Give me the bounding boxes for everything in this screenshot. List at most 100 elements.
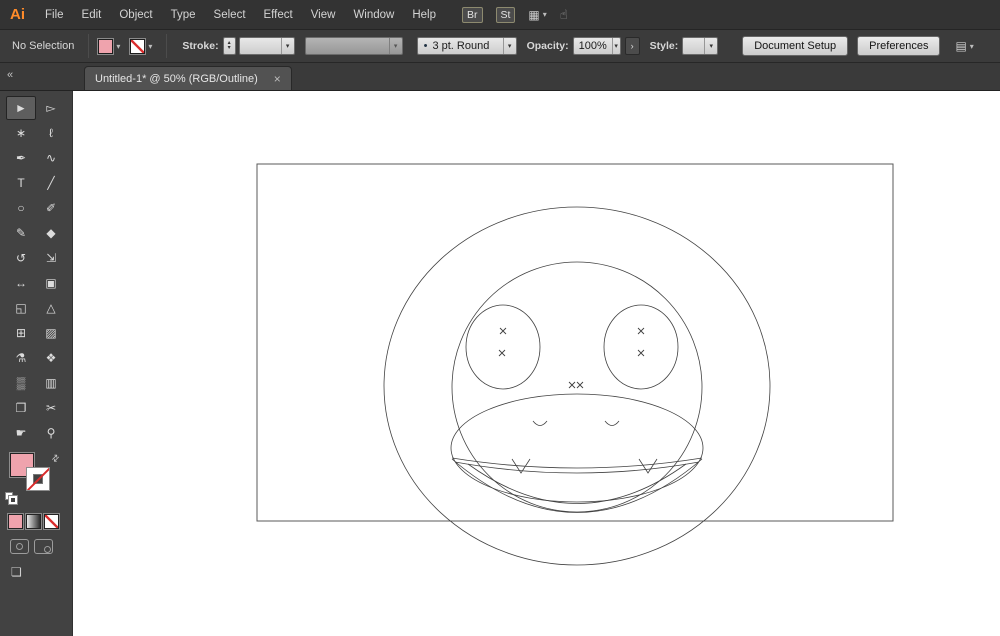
stroke-swatch[interactable] — [26, 467, 50, 491]
selection-tool[interactable]: ► — [6, 96, 36, 120]
stroke-none-swatch[interactable] — [130, 38, 146, 54]
document-setup-button[interactable]: Document Setup — [742, 36, 849, 56]
rotate-tool[interactable]: ↺ — [6, 246, 36, 270]
opacity-label: Opacity: — [526, 40, 569, 52]
opacity-value: 100% — [578, 40, 607, 52]
stock-button[interactable]: St — [495, 6, 516, 23]
tab-title: Untitled-1* @ 50% (RGB/Outline) — [95, 72, 258, 85]
default-stroke-mini — [9, 496, 17, 504]
menu-item-view[interactable]: View — [311, 9, 336, 21]
stroke-label: Stroke: — [182, 40, 219, 52]
gradient-button[interactable] — [26, 514, 41, 529]
menu-item-edit[interactable]: Edit — [82, 9, 102, 21]
chevron-down-icon: ▾ — [388, 38, 402, 54]
stroke-color-control[interactable]: ▾ — [130, 38, 153, 54]
artboard[interactable] — [256, 163, 894, 522]
menu-item-select[interactable]: Select — [214, 9, 246, 21]
free-transform-tool[interactable]: ▣ — [36, 271, 66, 295]
menubar: Ai File Edit Object Type Select Effect View Win… — [0, 0, 1000, 30]
symbol-sprayer-tool[interactable]: ▒ — [6, 371, 36, 395]
default-fill-stroke-icon[interactable] — [5, 492, 18, 505]
chevron-down-icon: ▾ — [969, 41, 974, 51]
menu-item-file[interactable]: File — [45, 9, 64, 21]
artwork-svg[interactable] — [73, 91, 1000, 636]
line-segment-tool[interactable]: ╱ — [36, 171, 66, 195]
hand-tool[interactable]: ☛ — [6, 421, 36, 445]
column-graph-tool[interactable]: ▥ — [36, 371, 66, 395]
canvas-area[interactable] — [73, 91, 1000, 636]
shape-builder-tool[interactable]: ◱ — [6, 296, 36, 320]
tools-grid: ► ▻ ∗ ℓ ✒ ∿ T ╱ ○ ✐ ✎ ◆ ↺ ⇲ ↔ ▣ ◱ △ ⊞ ▨ ⚗ ❖ ▒ ▥ ❐ ✂ ☛ ⚲ — [0, 91, 72, 445]
lasso-tool[interactable]: ℓ — [36, 121, 66, 145]
ellipse-tool[interactable]: ○ — [6, 196, 36, 220]
screen-mode-button[interactable]: ❏ — [11, 565, 22, 579]
opacity-select[interactable]: 100% ▾ — [572, 37, 621, 55]
draw-normal-icon — [16, 543, 23, 550]
control-bar: No Selection ▾ ▾ Stroke: ▴ ▾ ▾ ▾ • 3 pt.… — [0, 30, 1000, 63]
brush-definition-select[interactable]: • 3 pt. Round ▾ — [416, 37, 517, 55]
control-panel-menu[interactable]: ▤ ▾ — [955, 39, 973, 53]
collapse-panels-icon[interactable]: « — [7, 69, 13, 81]
chevron-down-icon: ▾ — [148, 41, 153, 51]
pencil-tool[interactable]: ✎ — [6, 221, 36, 245]
menu-item-window[interactable]: Window — [353, 9, 394, 21]
hand-gesture-icon[interactable]: ☝ — [560, 7, 568, 23]
divider — [88, 34, 90, 58]
menu-item-effect[interactable]: Effect — [264, 9, 293, 21]
swap-fill-stroke-icon[interactable]: ⇄ — [50, 452, 63, 465]
zoom-tool[interactable]: ⚲ — [36, 421, 66, 445]
stroke-weight-select[interactable]: ▾ — [238, 37, 295, 55]
eraser-tool[interactable]: ◆ — [36, 221, 66, 245]
preferences-button[interactable]: Preferences — [857, 36, 941, 56]
fill-color-control[interactable]: ▾ — [98, 38, 120, 54]
none-button[interactable] — [44, 514, 59, 529]
menu-item-type[interactable]: Type — [171, 9, 196, 21]
style-select[interactable]: ▾ — [682, 37, 719, 55]
slice-tool[interactable]: ✂ — [36, 396, 66, 420]
none-slash-icon — [27, 468, 49, 490]
curvature-tool[interactable]: ∿ — [36, 146, 66, 170]
menu-item-object[interactable]: Object — [119, 9, 152, 21]
brush-definition-value: 3 pt. Round — [432, 40, 490, 52]
magic-wand-tool[interactable]: ∗ — [6, 121, 36, 145]
eyedropper-tool[interactable]: ⚗ — [6, 346, 36, 370]
pen-tool[interactable]: ✒ — [6, 146, 36, 170]
color-button[interactable] — [8, 514, 23, 529]
fill-stroke-swatches: ⇄ — [4, 452, 68, 505]
chevron-down-icon: ▾ — [280, 38, 294, 54]
draw-normal-button[interactable] — [10, 539, 29, 554]
blend-tool[interactable]: ❖ — [36, 346, 66, 370]
opacity-panel-arrow-button[interactable]: › — [624, 37, 640, 55]
style-label: Style: — [649, 40, 679, 52]
paintbrush-tool[interactable]: ✐ — [36, 196, 66, 220]
stroke-weight-stepper[interactable]: ▴ ▾ — [222, 37, 236, 55]
selection-status: No Selection — [12, 40, 75, 52]
menu-item-help[interactable]: Help — [412, 9, 436, 21]
artboard-tool[interactable]: ❐ — [6, 396, 36, 420]
scale-tool[interactable]: ⇲ — [36, 246, 66, 270]
close-icon[interactable]: × — [274, 73, 281, 85]
fill-swatch[interactable] — [98, 38, 114, 54]
draw-behind-icon — [44, 546, 51, 553]
menu-items: File Edit Object Type Select Effect View Window… — [45, 9, 436, 21]
chevron-down-icon: ▾ — [704, 38, 717, 54]
draw-behind-button[interactable] — [34, 539, 53, 554]
mesh-tool[interactable]: ⊞ — [6, 321, 36, 345]
tab-bar: « Untitled-1* @ 50% (RGB/Outline) × — [0, 63, 1000, 91]
divider — [166, 34, 168, 58]
menubar-right: Br St ▦ ▾ ☝ — [462, 6, 568, 23]
width-tool[interactable]: ↔ — [6, 271, 36, 295]
type-tool[interactable]: T — [6, 171, 36, 195]
direct-selection-tool[interactable]: ▻ — [36, 96, 66, 120]
app-logo: Ai — [10, 6, 25, 23]
document-tab[interactable]: Untitled-1* @ 50% (RGB/Outline) × — [84, 66, 292, 90]
arrange-documents-button[interactable]: ▦ ▾ — [528, 8, 546, 22]
bridge-button[interactable]: Br — [462, 6, 483, 23]
arrange-grid-icon: ▦ — [528, 7, 540, 22]
gradient-tool[interactable]: ▨ — [36, 321, 66, 345]
chevron-down-icon: ▾ — [542, 10, 547, 19]
perspective-grid-tool[interactable]: △ — [36, 296, 66, 320]
spin-down-icon[interactable]: ▾ — [228, 45, 231, 51]
chevron-down-icon: ▾ — [611, 38, 620, 54]
color-mode-buttons — [0, 505, 72, 529]
